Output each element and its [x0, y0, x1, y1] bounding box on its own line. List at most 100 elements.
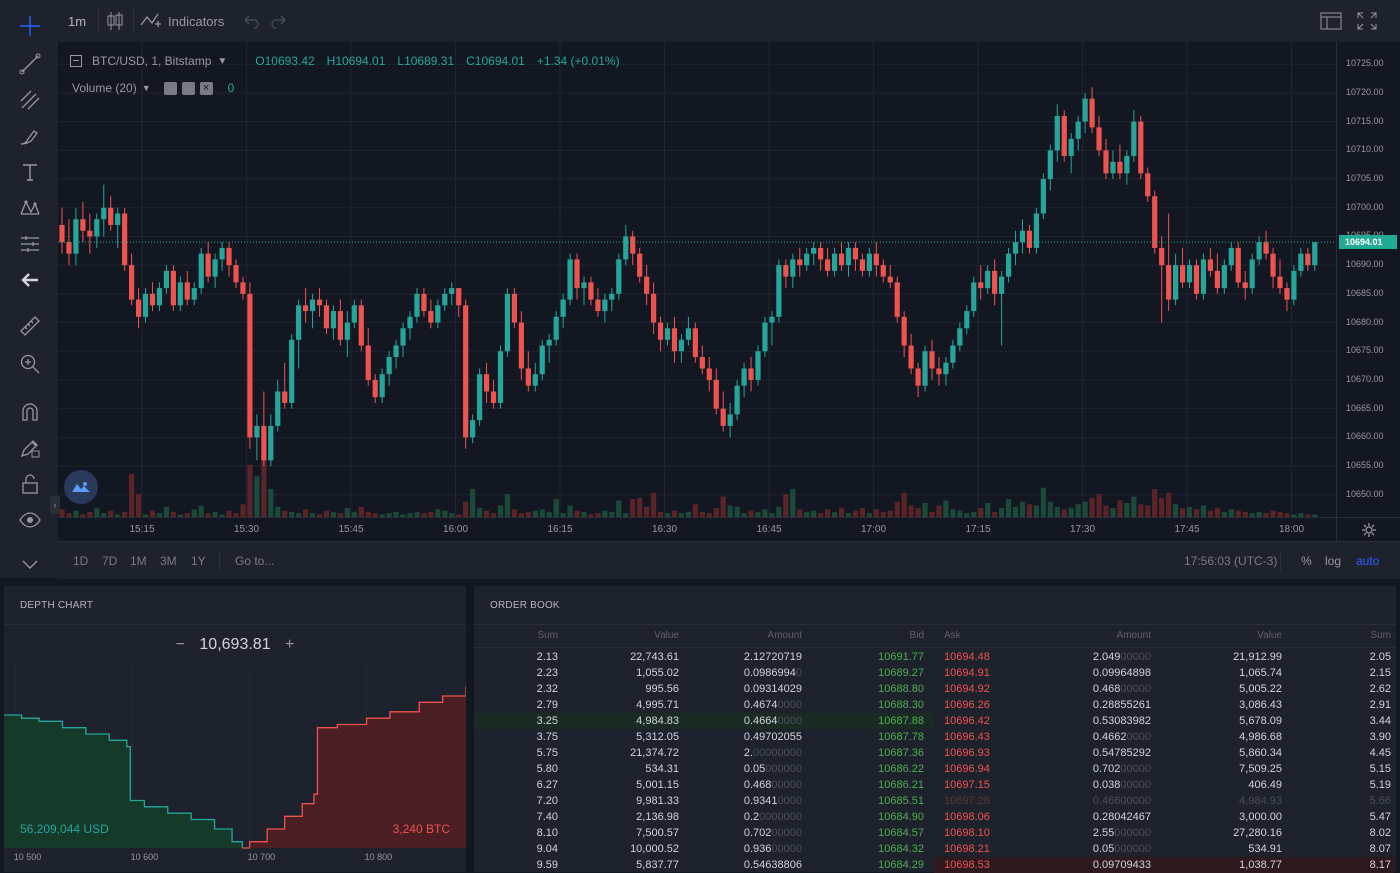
candle-up[interactable] [275, 391, 281, 426]
candle-down[interactable] [1061, 115, 1067, 157]
order-book-row[interactable]: 2.23 1,055.02 0.09869940 10689.27 10694.91 0.… [474, 665, 1396, 681]
order-book-row[interactable]: 3.25 4,984.83 0.46640000 10687.88 10696.42 0.… [474, 713, 1396, 729]
candle-up[interactable] [664, 328, 671, 340]
symbol-label[interactable]: BTC/USD, 1, Bitstamp [92, 54, 211, 68]
candle-down[interactable] [644, 276, 650, 294]
log-scale-button[interactable]: log [1325, 554, 1341, 568]
candle-down[interactable] [108, 207, 114, 225]
candle-down[interactable] [358, 305, 364, 346]
candle-up[interactable] [442, 293, 448, 306]
candle-down[interactable] [1263, 242, 1269, 254]
candle-down[interactable] [992, 270, 998, 294]
candle-up[interactable] [971, 282, 977, 312]
candle-down[interactable] [421, 293, 427, 312]
back-arrow-icon[interactable] [14, 264, 46, 296]
brush-icon[interactable] [14, 120, 46, 152]
candlestick-chart[interactable] [58, 42, 1336, 517]
candle-down[interactable] [1305, 253, 1311, 266]
candle-up[interactable] [407, 316, 413, 329]
range-1m-button[interactable]: 1M [130, 554, 147, 568]
tradingview-logo-icon[interactable] [64, 470, 98, 504]
candle-down[interactable] [838, 253, 845, 266]
candle-down[interactable] [233, 265, 239, 283]
candle-down[interactable] [713, 379, 719, 409]
candle-up[interactable] [156, 288, 163, 306]
candle-up[interactable] [762, 322, 768, 352]
candle-down[interactable] [692, 328, 698, 357]
candle-up[interactable] [477, 374, 483, 421]
candle-up[interactable] [379, 374, 385, 398]
candle-down[interactable] [170, 270, 176, 306]
candle-up[interactable] [1082, 98, 1088, 122]
chart-settings-icon[interactable] [1336, 517, 1400, 542]
candle-down[interactable] [1179, 265, 1186, 283]
prediction-icon[interactable] [14, 228, 46, 260]
candle-up[interactable] [101, 207, 107, 220]
candle-down[interactable] [1284, 288, 1290, 300]
candle-up[interactable] [999, 276, 1005, 294]
candle-up[interactable] [755, 351, 761, 380]
chevron-down-icon[interactable]: ▼ [142, 83, 151, 93]
candle-up[interactable] [943, 362, 949, 375]
fullscreen-icon[interactable] [1356, 12, 1378, 33]
candle-up[interactable] [1075, 121, 1081, 139]
candle-down[interactable] [657, 322, 664, 340]
candle-down[interactable] [651, 293, 657, 323]
candle-down[interactable] [80, 219, 86, 231]
candle-up[interactable] [602, 299, 608, 312]
candle-up[interactable] [950, 345, 956, 363]
candle-up[interactable] [560, 299, 566, 317]
candle-down[interactable] [880, 265, 886, 277]
crosshair-icon[interactable] [14, 10, 46, 42]
candle-down[interactable] [671, 328, 678, 352]
candle-up[interactable] [400, 328, 406, 346]
time-axis[interactable]: 15:15 15:30 15:45 16:00 16:15 16:30 16:45 17:00… [58, 517, 1336, 542]
range-1d-button[interactable]: 1D [73, 554, 88, 568]
gear-icon[interactable] [181, 81, 195, 95]
candle-down[interactable] [518, 322, 524, 369]
candle-up[interactable] [1291, 270, 1297, 300]
order-book-row[interactable]: 5.80 534.31 0.05000000 10686.22 10696.94 0.70… [474, 761, 1396, 777]
candle-up[interactable] [776, 265, 782, 317]
interval-button[interactable]: 1m [68, 14, 86, 29]
candle-up[interactable] [546, 339, 552, 346]
candle-up[interactable] [790, 259, 796, 277]
candle-up[interactable] [769, 316, 775, 323]
order-book-row[interactable]: 6.27 5,001.15 0.46800000 10686.21 10697.15 0.… [474, 777, 1396, 793]
bid-amount-header[interactable]: Amount [768, 630, 802, 641]
order-book-row[interactable]: 9.59 5,837.77 0.54638806 10684.29 10698.53 0.… [474, 857, 1396, 873]
candles-icon[interactable] [106, 10, 124, 35]
candle-up[interactable] [741, 368, 747, 386]
candle-up[interactable] [532, 374, 538, 386]
candle-up[interactable] [1186, 265, 1193, 283]
close-icon[interactable]: × [199, 81, 213, 95]
candle-down[interactable] [894, 282, 900, 317]
candle-down[interactable] [887, 276, 893, 283]
candle-up[interactable] [1221, 265, 1227, 289]
candle-down[interactable] [247, 293, 253, 438]
candle-up[interactable] [268, 425, 274, 461]
candle-down[interactable] [129, 265, 135, 300]
candle-down[interactable] [1207, 259, 1213, 271]
candle-down[interactable] [303, 305, 309, 312]
candle-up[interactable] [985, 270, 991, 289]
candle-up[interactable] [449, 288, 455, 294]
candle-down[interactable] [915, 368, 921, 386]
candle-down[interactable] [908, 345, 914, 369]
eye-icon[interactable] [14, 504, 46, 536]
candle-down[interactable] [852, 247, 859, 260]
order-book-row[interactable]: 7.20 9,981.33 0.93410000 10685.51 10697.28 0.… [474, 793, 1396, 809]
candle-down[interactable] [1214, 270, 1220, 289]
candle-up[interactable] [470, 420, 476, 438]
range-3m-button[interactable]: 3M [160, 554, 177, 568]
candle-up[interactable] [957, 328, 963, 346]
candle-up[interactable] [553, 316, 559, 340]
depth-chart[interactable] [4, 626, 466, 852]
candle-down[interactable] [365, 345, 371, 380]
candle-down[interactable] [184, 282, 190, 300]
goto-date-button[interactable]: Go to... [235, 554, 274, 568]
candle-down[interactable] [901, 316, 907, 346]
candle-up[interactable] [1298, 253, 1304, 271]
order-book-row[interactable]: 2.13 22,743.61 2.12720719 10691.77 10694.48 2… [474, 649, 1396, 665]
candle-up[interactable] [177, 282, 183, 306]
